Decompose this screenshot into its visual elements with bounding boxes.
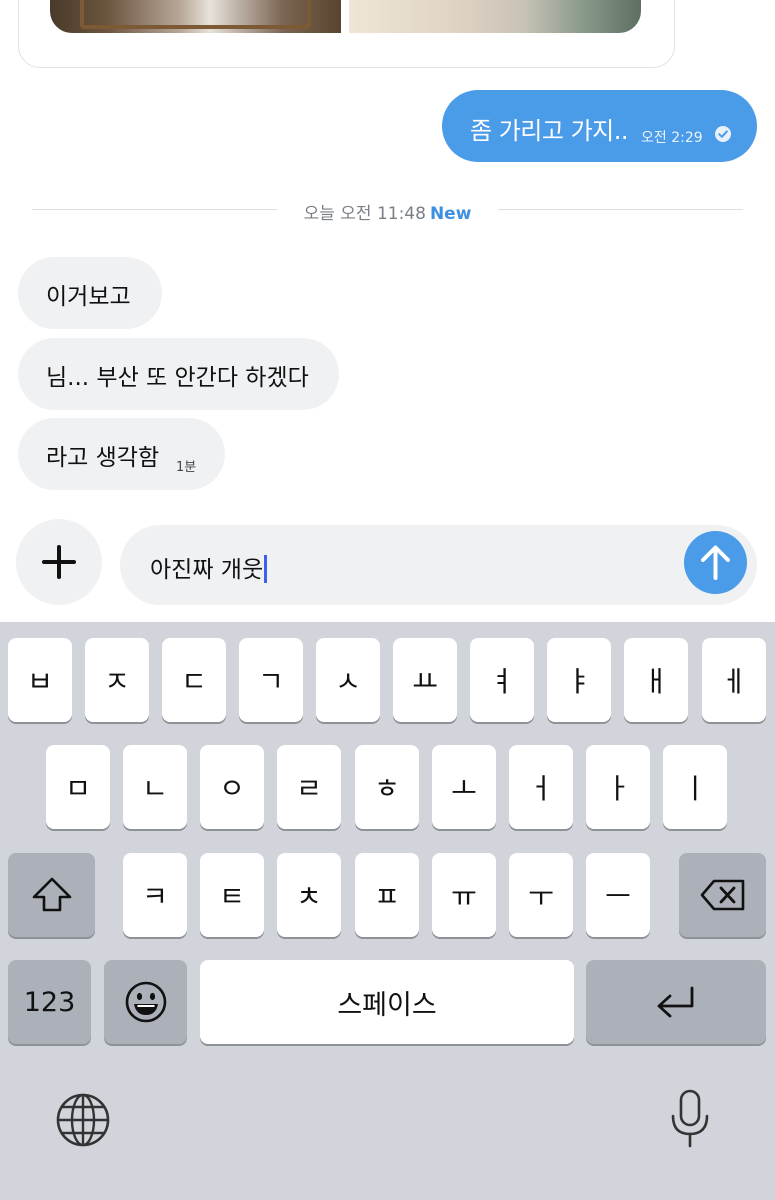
key-ㅡ[interactable]: ㅡ bbox=[586, 853, 650, 937]
new-badge: New bbox=[429, 204, 472, 224]
key-ㅁ[interactable]: ㅁ bbox=[46, 745, 110, 829]
received-message-text: 님... 부산 또 안간다 하겠다 bbox=[46, 365, 309, 391]
keyboard: ㅂ ㅈ ㄷ ㄱ ㅅ ㅛ ㅕ ㅑ ㅐ ㅔ ㅁ ㄴ ㅇ ㄹ ㅎ ㅗ ㅓ ㅏ ㅣ ㅋ … bbox=[0, 622, 775, 1200]
key-ㄷ[interactable]: ㄷ bbox=[162, 638, 226, 722]
received-message-bubble[interactable]: 이거보고 bbox=[18, 257, 162, 329]
key-ㅇ[interactable]: ㅇ bbox=[200, 745, 264, 829]
received-message-bubble[interactable]: 라고 생각함 1분 bbox=[18, 418, 225, 490]
key-ㅌ[interactable]: ㅌ bbox=[200, 853, 264, 937]
add-attachment-button[interactable] bbox=[16, 519, 102, 605]
numbers-key[interactable]: 123 bbox=[8, 960, 91, 1044]
key-ㅛ[interactable]: ㅛ bbox=[393, 638, 457, 722]
divider-label: 오늘 오전 11:48 New bbox=[32, 199, 743, 224]
globe-button[interactable] bbox=[55, 1092, 111, 1152]
space-key[interactable]: 스페이스 bbox=[200, 960, 574, 1044]
key-ㅜ[interactable]: ㅜ bbox=[509, 853, 573, 937]
key-ㅎ[interactable]: ㅎ bbox=[355, 745, 419, 829]
emoji-icon bbox=[125, 981, 166, 1023]
received-message-text: 이거보고 bbox=[46, 284, 131, 310]
microphone-icon bbox=[671, 1089, 709, 1148]
received-message-time: 1분 bbox=[176, 460, 197, 475]
send-button[interactable] bbox=[684, 531, 747, 594]
received-message-bubble[interactable]: 님... 부산 또 안간다 하겠다 bbox=[18, 338, 339, 410]
key-ㅐ[interactable]: ㅐ bbox=[624, 638, 688, 722]
emoji-key[interactable] bbox=[104, 960, 187, 1044]
key-ㅂ[interactable]: ㅂ bbox=[8, 638, 72, 722]
divider-line-right bbox=[498, 209, 743, 210]
sent-message-bubble[interactable]: 좀 가리고 가지.. 오전 2:29 bbox=[442, 90, 757, 162]
shift-key[interactable] bbox=[8, 853, 95, 937]
key-ㅔ[interactable]: ㅔ bbox=[702, 638, 766, 722]
sent-message-time: 오전 2:29 bbox=[641, 130, 703, 146]
send-arrow-icon bbox=[701, 545, 730, 580]
key-ㄹ[interactable]: ㄹ bbox=[277, 745, 341, 829]
key-ㅈ[interactable]: ㅈ bbox=[85, 638, 149, 722]
key-ㅋ[interactable]: ㅋ bbox=[123, 853, 187, 937]
key-ㅍ[interactable]: ㅍ bbox=[355, 853, 419, 937]
sent-message-text: 좀 가리고 가지.. bbox=[470, 117, 629, 145]
key-ㄱ[interactable]: ㄱ bbox=[239, 638, 303, 722]
key-ㄴ[interactable]: ㄴ bbox=[123, 745, 187, 829]
date-divider: 오늘 오전 11:48 New bbox=[32, 196, 743, 224]
photo-frame bbox=[80, 0, 311, 29]
key-ㅕ[interactable]: ㅕ bbox=[470, 638, 534, 722]
text-caret bbox=[264, 555, 268, 583]
return-key[interactable] bbox=[586, 960, 766, 1044]
key-ㅅ[interactable]: ㅅ bbox=[316, 638, 380, 722]
return-icon bbox=[657, 986, 694, 1018]
key-ㅑ[interactable]: ㅑ bbox=[547, 638, 611, 722]
read-check-icon bbox=[715, 126, 731, 142]
message-input-value: 아진짜 개웃 bbox=[150, 557, 264, 583]
key-ㅗ[interactable]: ㅗ bbox=[432, 745, 496, 829]
backspace-icon bbox=[700, 879, 744, 911]
globe-icon bbox=[56, 1093, 110, 1147]
photo-thumbnail-right[interactable] bbox=[349, 0, 641, 33]
shift-icon bbox=[32, 877, 71, 912]
key-ㅠ[interactable]: ㅠ bbox=[432, 853, 496, 937]
key-ㅓ[interactable]: ㅓ bbox=[509, 745, 573, 829]
key-ㅏ[interactable]: ㅏ bbox=[586, 745, 650, 829]
divider-date-text: 오늘 오전 11:48 bbox=[303, 204, 426, 224]
dictation-button[interactable] bbox=[666, 1088, 714, 1154]
photo-thumbnail-left[interactable] bbox=[50, 0, 341, 33]
key-ㅊ[interactable]: ㅊ bbox=[277, 853, 341, 937]
backspace-key[interactable] bbox=[679, 853, 766, 937]
received-message-text: 라고 생각함 bbox=[46, 445, 160, 471]
key-ㅣ[interactable]: ㅣ bbox=[663, 745, 727, 829]
message-input[interactable]: 아진짜 개웃 bbox=[120, 525, 757, 605]
